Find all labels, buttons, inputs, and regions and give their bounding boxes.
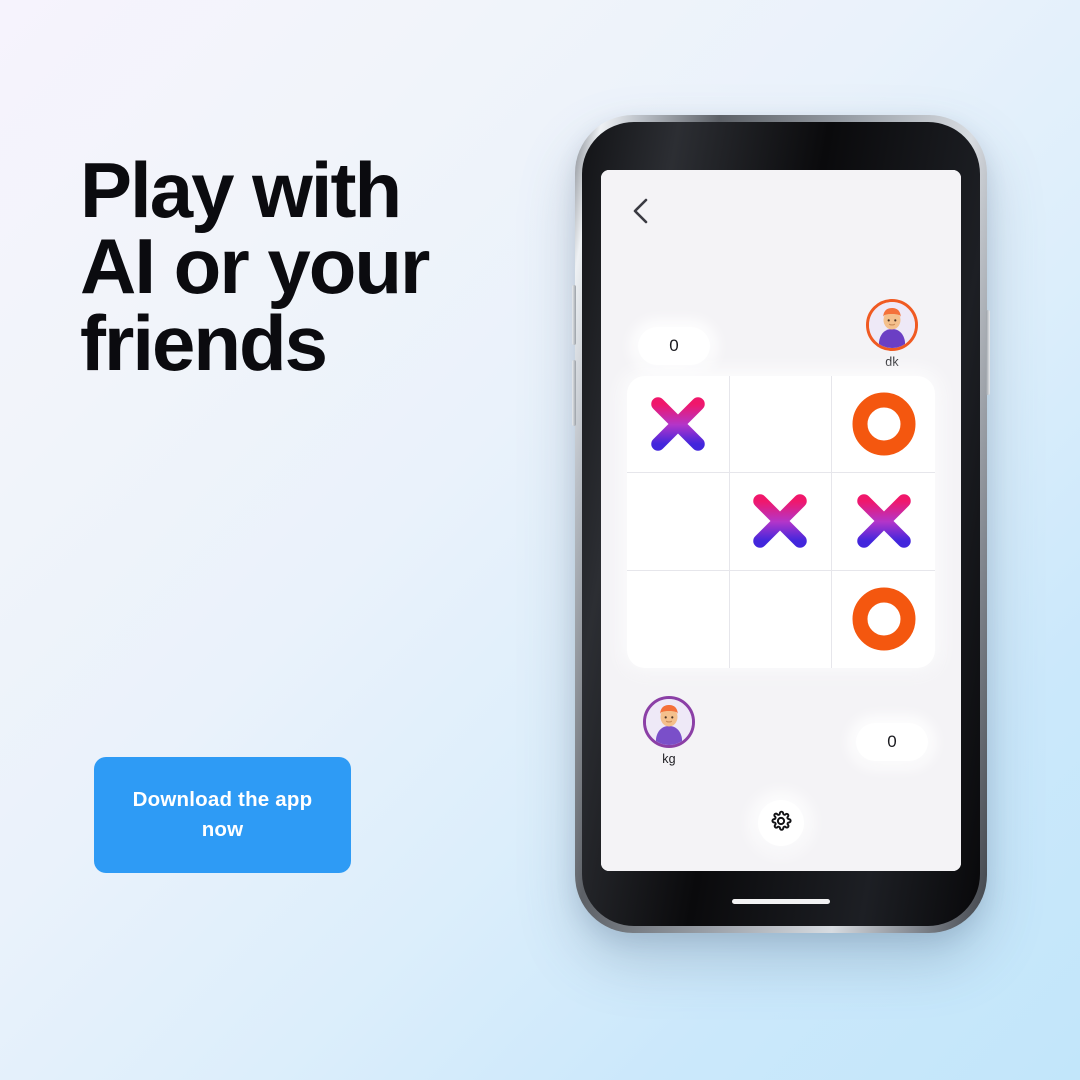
phone-screen: 0 dk kg 0: [601, 170, 961, 871]
player-name: kg: [662, 752, 676, 766]
board-cell-1[interactable]: [729, 376, 833, 474]
power-button[interactable]: [986, 310, 990, 395]
player-top[interactable]: dk: [859, 299, 925, 369]
board-cell-2[interactable]: [832, 376, 935, 474]
settings-button[interactable]: [758, 800, 804, 846]
back-button[interactable]: [621, 192, 659, 230]
mark-x-icon: [645, 391, 711, 457]
avatar: [643, 696, 695, 748]
page-title: Play with AI or your friends: [80, 146, 430, 387]
player-name: dk: [885, 355, 899, 369]
phone-mockup: 0 dk kg 0: [572, 115, 990, 933]
mark-o-icon: [851, 391, 917, 457]
tictactoe-app-screen: 0 dk kg 0: [601, 170, 961, 871]
game-board: [627, 376, 935, 668]
player-bottom[interactable]: kg: [636, 696, 702, 766]
board-cell-3[interactable]: [627, 473, 730, 571]
score-bottom: 0: [856, 723, 928, 761]
score-top: 0: [638, 327, 710, 365]
avatar: [866, 299, 918, 351]
marketing-copy: Play with AI or your friends: [80, 146, 510, 387]
board-cell-5[interactable]: [832, 473, 935, 571]
mark-x-icon: [747, 488, 813, 554]
board-cell-7[interactable]: [730, 570, 833, 668]
phone-body: 0 dk kg 0: [582, 122, 980, 926]
board-cell-4[interactable]: [729, 473, 833, 571]
volume-up-button[interactable]: [572, 285, 576, 345]
board-cell-0[interactable]: [627, 376, 730, 474]
promo-canvas: Play with AI or your friends Download th…: [0, 0, 1080, 1080]
gear-icon: [770, 810, 792, 837]
board-cell-6[interactable]: [627, 570, 730, 668]
download-app-button[interactable]: Download the app now: [94, 757, 351, 873]
home-indicator: [732, 899, 830, 904]
chevron-left-icon: [631, 198, 649, 224]
board-cell-8[interactable]: [832, 571, 935, 668]
volume-down-button[interactable]: [572, 360, 576, 426]
mark-x-icon: [851, 488, 917, 554]
mark-o-icon: [851, 586, 917, 652]
